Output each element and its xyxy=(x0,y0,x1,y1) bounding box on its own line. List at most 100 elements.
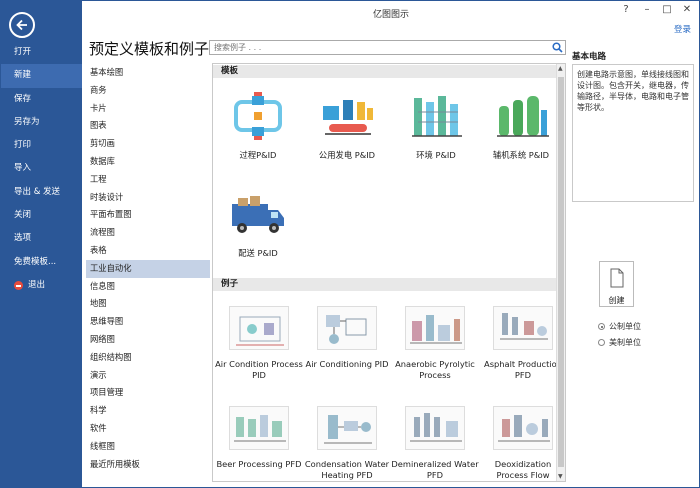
category-item[interactable]: 信息图 xyxy=(86,278,210,296)
maximize-button[interactable]: □ xyxy=(660,4,674,15)
example-label: Demineralized Water PFD xyxy=(391,459,479,480)
example-thumbnail xyxy=(229,306,289,350)
template-label: 过程P&ID xyxy=(239,150,277,160)
template-delivery-pid[interactable]: 配送 P&ID xyxy=(215,194,301,259)
sidebar-item-label: 退出 xyxy=(28,279,46,290)
template-detail-title: 基本电路 xyxy=(572,52,607,62)
scroll-down-icon[interactable]: ▼ xyxy=(558,473,563,480)
category-item[interactable]: 项目管理 xyxy=(86,384,210,402)
sidebar-item-label: 导出 & 发送 xyxy=(14,186,61,197)
radio-label: 美制单位 xyxy=(609,338,641,347)
category-item[interactable]: 工程 xyxy=(86,171,210,189)
example-air-conditioning-pid[interactable]: Air Conditioning PID xyxy=(303,306,391,370)
scroll-up-icon[interactable]: ▲ xyxy=(558,65,563,72)
sidebar-item-label: 导入 xyxy=(14,163,32,174)
gallery-scrollbar[interactable]: ▲ ▼ xyxy=(556,64,565,481)
example-asphalt-production-pfd[interactable]: Asphalt Production PFD xyxy=(479,306,565,380)
sidebar-item-label: 新建 xyxy=(14,70,32,81)
category-item[interactable]: 剪切画 xyxy=(86,135,210,153)
example-label: Condensation Water Heating PFD xyxy=(304,459,390,480)
create-label: 创建 xyxy=(608,296,625,305)
sidebar-item-label: 选项 xyxy=(14,233,32,244)
category-item[interactable]: 基本绘图 xyxy=(86,64,210,82)
example-thumbnail xyxy=(493,306,553,350)
sidebar-item-new[interactable]: 新建 xyxy=(1,64,82,88)
scrollbar-thumb[interactable] xyxy=(558,77,564,467)
example-beer-processing-pfd[interactable]: Beer Processing PFD xyxy=(215,406,303,470)
search-icon[interactable] xyxy=(552,42,563,53)
sidebar-item-import[interactable]: 导入 xyxy=(1,157,82,180)
category-item[interactable]: 商务 xyxy=(86,82,210,100)
template-auxiliary-system-pid[interactable]: 辅机系统 P&ID xyxy=(478,92,564,161)
minimize-icon: – xyxy=(644,4,650,15)
category-item[interactable]: 流程图 xyxy=(86,224,210,242)
sidebar-item-close[interactable]: 关闭 xyxy=(1,204,82,227)
maximize-icon: □ xyxy=(662,4,672,15)
sidebar-menu: 打开 新建 保存 另存为 打印 导入 导出 & 发送 关闭 选项 免费模板...… xyxy=(1,41,82,297)
us-units-radio[interactable]: 美制单位 xyxy=(598,337,641,348)
example-anaerobic-pyrolytic-process[interactable]: Anaerobic Pyrolytic Process xyxy=(391,306,479,380)
example-thumbnail xyxy=(229,406,289,450)
category-item[interactable]: 数据库 xyxy=(86,153,210,171)
category-item[interactable]: 表格 xyxy=(86,242,210,260)
template-utility-power-pid[interactable]: 公用发电 P&ID xyxy=(304,92,390,161)
radio-icon xyxy=(598,339,605,346)
example-deoxidization-process-flow[interactable]: Deoxidization Process Flow xyxy=(479,406,565,480)
example-demineralized-water-pfd[interactable]: Demineralized Water PFD xyxy=(391,406,479,480)
sidebar: 打开 新建 保存 另存为 打印 导入 导出 & 发送 关闭 选项 免费模板...… xyxy=(1,1,82,488)
template-description: 创建电路示意图，单线接线图和设计图。包含开关，继电器，传输路径，半导体，电路和电… xyxy=(572,64,694,202)
minimize-button[interactable]: – xyxy=(640,4,654,15)
sidebar-item-exit[interactable]: 退出 xyxy=(1,274,82,297)
login-link[interactable]: 登录 xyxy=(674,23,691,35)
example-air-condition-process-pid[interactable]: Air Condition Process PID xyxy=(215,306,303,380)
template-process-pid[interactable]: 过程P&ID xyxy=(215,92,301,161)
auxiliary-system-pid-icon xyxy=(497,96,549,137)
example-thumbnail xyxy=(493,406,553,450)
sidebar-item-save[interactable]: 保存 xyxy=(1,88,82,111)
category-item-selected[interactable]: 工业自动化 xyxy=(86,259,210,278)
category-item[interactable]: 平面布置图 xyxy=(86,206,210,224)
sidebar-item-save-as[interactable]: 另存为 xyxy=(1,111,82,134)
category-item[interactable]: 时装设计 xyxy=(86,189,210,207)
category-item[interactable]: 组织结构图 xyxy=(86,349,210,367)
back-button[interactable] xyxy=(9,12,35,38)
category-item[interactable]: 最近所用模板 xyxy=(86,456,210,474)
sidebar-item-label: 另存为 xyxy=(14,116,40,127)
category-item[interactable]: 科学 xyxy=(86,402,210,420)
category-item[interactable]: 演示 xyxy=(86,367,210,385)
example-condensation-water-heating-pfd[interactable]: Condensation Water Heating PFD xyxy=(303,406,391,480)
example-thumbnail xyxy=(317,306,377,350)
category-item[interactable]: 软件 xyxy=(86,420,210,438)
search-box xyxy=(209,40,566,55)
page-title: 预定义模板和例子 xyxy=(89,40,210,58)
sidebar-item-print[interactable]: 打印 xyxy=(1,134,82,157)
category-item[interactable]: 网络图 xyxy=(86,331,210,349)
metric-units-radio[interactable]: 公制单位 xyxy=(598,321,641,332)
category-item[interactable]: 线框图 xyxy=(86,438,210,456)
help-button[interactable]: ? xyxy=(619,4,633,15)
sidebar-item-export-send[interactable]: 导出 & 发送 xyxy=(1,181,82,204)
example-thumbnail xyxy=(405,306,465,350)
template-environment-pid[interactable]: 环境 P&ID xyxy=(393,92,479,161)
category-item[interactable]: 思维导图 xyxy=(86,313,210,331)
examples-section-header: 例子 xyxy=(213,278,557,291)
close-icon: ✕ xyxy=(682,4,692,15)
template-gallery: 模板 过程P&ID 公用发电 P&ID 环境 P&ID 辅机系统 P&ID 配送… xyxy=(212,63,566,482)
example-label: Anaerobic Pyrolytic Process xyxy=(395,359,475,380)
sidebar-item-label: 关闭 xyxy=(14,210,32,221)
example-label: Air Condition Process PID xyxy=(215,359,303,380)
create-button[interactable]: 创建 xyxy=(599,261,634,307)
sidebar-item-options[interactable]: 选项 xyxy=(1,227,82,250)
sidebar-item-label: 打印 xyxy=(14,140,32,151)
category-item[interactable]: 地图 xyxy=(86,295,210,313)
help-icon: ? xyxy=(623,4,629,15)
arrow-left-icon xyxy=(16,19,27,31)
sidebar-item-free-templates[interactable]: 免费模板... xyxy=(1,251,82,274)
example-label: Air Conditioning PID xyxy=(305,359,389,369)
category-item[interactable]: 图表 xyxy=(86,117,210,135)
search-input[interactable] xyxy=(210,41,540,54)
window-title: 亿图图示 xyxy=(372,10,409,20)
sidebar-item-open[interactable]: 打开 xyxy=(1,41,82,64)
close-button[interactable]: ✕ xyxy=(680,4,694,15)
category-item[interactable]: 卡片 xyxy=(86,100,210,118)
